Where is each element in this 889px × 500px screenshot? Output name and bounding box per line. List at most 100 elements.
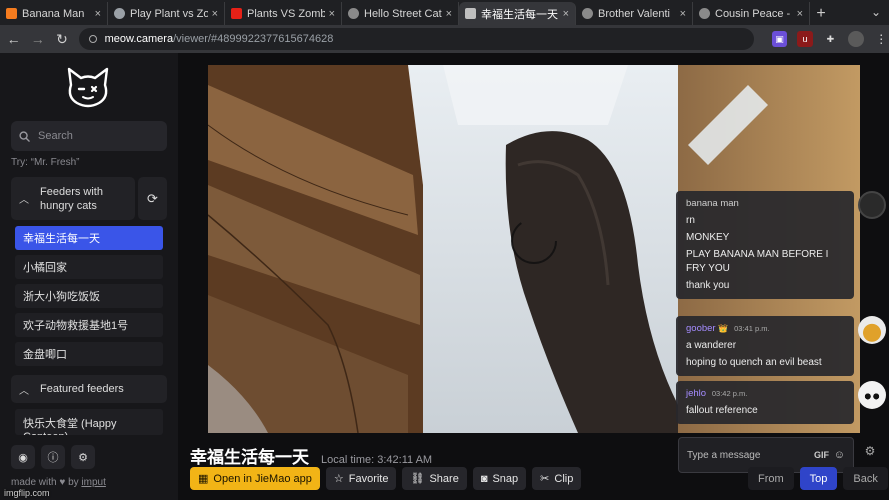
snap-button[interactable]: ◙ Snap	[472, 467, 527, 490]
refresh-icon: ⟳	[147, 190, 158, 206]
address-bar[interactable]: meow.camera/viewer/#4899922377615674628	[78, 28, 754, 50]
browser-tab-5[interactable]: Brother Valenti ×	[576, 2, 693, 25]
search-hint: Try: “Mr. Fresh”	[11, 157, 80, 168]
clip-label: Clip	[554, 472, 574, 485]
browser-tab-1[interactable]: Play Plant vs Zo ×	[108, 2, 225, 25]
browser-tab-3[interactable]: Hello Street Cat ×	[342, 2, 459, 25]
chat-input-placeholder: Type a message	[687, 449, 761, 461]
chat-avatar[interactable]	[858, 316, 886, 344]
search-input[interactable]	[38, 130, 158, 142]
chat-username[interactable]: jehlo	[686, 388, 706, 399]
browser-tab-strip: Banana Man × Play Plant vs Zo × Plants V…	[0, 0, 889, 25]
chevron-up-icon: ︿	[19, 195, 29, 206]
hungry-feeders-toggle[interactable]: ︿ Feeders with hungry cats	[11, 177, 135, 220]
camera-icon: ◙	[480, 472, 488, 485]
chat-username[interactable]: goober	[686, 323, 716, 334]
tab-close-icon[interactable]: ×	[563, 8, 569, 20]
info-icon[interactable]: ⓘ	[41, 445, 65, 469]
feeder-item[interactable]: 金盘唧口	[15, 342, 163, 366]
ublock-extension-icon[interactable]: u	[797, 31, 813, 47]
open-in-app-button[interactable]: ▦ Open in JieMao app	[190, 467, 320, 490]
chat-username[interactable]: banana man	[686, 198, 739, 209]
back-arrow-icon[interactable]: ←	[3, 28, 24, 50]
browser-tab-6[interactable]: Cousin Peace - ×	[693, 2, 810, 25]
browser-tab-active[interactable]: 幸福生活每一天 ×	[459, 2, 576, 25]
cat-favicon-icon	[348, 8, 359, 19]
tab-close-icon[interactable]: ×	[329, 8, 335, 20]
tab-close-icon[interactable]: ×	[95, 8, 101, 20]
clip-button[interactable]: ✂ Clip	[532, 467, 582, 490]
chat-message: banana man rn MONKEY PLAY BANANA MAN BEF…	[676, 191, 854, 299]
crown-badge-icon: 👑	[718, 324, 729, 333]
tab-favicon-icon	[114, 8, 125, 19]
made-with-label: made with	[11, 477, 57, 488]
tab-back[interactable]: Back	[843, 467, 888, 490]
chat-message-text: a wanderer	[686, 340, 737, 351]
tab-from[interactable]: From	[748, 467, 794, 490]
profile-icon[interactable]	[848, 31, 864, 47]
featured-feeders-toggle[interactable]: ︿ Featured feeders	[11, 375, 167, 403]
heart-icon: ♥	[59, 477, 66, 488]
reload-icon[interactable]: ↻	[51, 28, 72, 50]
featured-feeders-heading: Featured feeders	[40, 383, 124, 395]
discord-icon[interactable]: ◉	[11, 445, 35, 469]
browser-menu-icon[interactable]: ⋮	[874, 31, 889, 47]
tab-title: Play Plant vs Zo	[130, 7, 208, 20]
chat-message-text: PLAY BANANA MAN BEFORE I FRY YOU	[686, 249, 829, 274]
chat-avatar[interactable]	[858, 191, 886, 219]
made-with-credit: made with ♥ by imput	[11, 477, 106, 488]
tab-title: Hello Street Cat	[364, 7, 442, 20]
chat-message: jehlo 03:42 p.m. fallout reference	[676, 381, 854, 424]
tab-top[interactable]: Top	[799, 467, 838, 490]
tab-close-icon[interactable]: ×	[797, 8, 803, 20]
chat-message-text: thank you	[686, 280, 730, 291]
cat-favicon-icon	[699, 8, 710, 19]
imgflip-watermark: imgflip.com	[4, 488, 50, 498]
gif-button[interactable]: GIF	[814, 450, 829, 460]
favorite-button[interactable]: ☆ Favorite	[325, 467, 397, 490]
refresh-button[interactable]: ⟳	[138, 177, 167, 220]
tab-favicon-icon	[6, 8, 17, 19]
tab-close-icon[interactable]: ×	[680, 8, 686, 20]
chat-timestamp: 03:41 p.m.	[734, 324, 770, 333]
tab-close-icon[interactable]: ×	[212, 8, 218, 20]
meow-camera-logo-icon[interactable]	[63, 65, 113, 111]
tab-title: Plants VS Zomb	[247, 7, 325, 20]
forward-arrow-icon[interactable]: →	[27, 28, 48, 50]
imput-link[interactable]: imput	[81, 477, 105, 488]
share-label: Share	[429, 472, 459, 485]
feeder-item[interactable]: 快乐大食堂 (Happy Canteen)	[15, 409, 163, 435]
chat-message-text: rn	[686, 215, 695, 226]
youtube-icon	[231, 8, 242, 19]
url-host: meow.camera	[104, 33, 174, 45]
new-tab-button[interactable]: +	[810, 2, 832, 25]
site-info-icon[interactable]	[88, 35, 97, 43]
extensions-puzzle-icon[interactable]: ✚	[823, 31, 838, 47]
sidebar: Try: “Mr. Fresh” ︿ Feeders with hungry c…	[0, 53, 178, 500]
stream-title: 幸福生活每一天	[190, 448, 309, 467]
feeder-item[interactable]: 小橘回家	[15, 255, 163, 279]
chat-avatar[interactable]	[858, 381, 886, 409]
twitch-extension-icon[interactable]: ▣	[771, 31, 788, 47]
search-box[interactable]	[11, 121, 167, 151]
feeder-item[interactable]: 浙大小狗吃饭饭	[15, 284, 163, 308]
tab-search-chevron-icon[interactable]: ⌄	[871, 5, 881, 19]
browser-tab-0[interactable]: Banana Man ×	[0, 2, 108, 25]
snap-label: Snap	[492, 472, 519, 485]
url-path: /viewer/#4899922377615674628	[173, 33, 334, 45]
settings-gear-icon[interactable]: ⚙	[860, 441, 880, 461]
stream-title-row: 幸福生活每一天 Local time: 3:42:11 AM	[190, 443, 432, 468]
open-in-app-label: Open in JieMao app	[213, 472, 312, 485]
chat-message-text: MONKEY	[686, 232, 730, 243]
sidebar-footer-icons: ◉ ⓘ ⚙	[11, 445, 95, 469]
feeder-item[interactable]: 欢子动物救援基地1号	[15, 313, 163, 337]
tab-close-icon[interactable]: ×	[446, 8, 452, 20]
chevron-up-icon: ︿	[19, 385, 29, 397]
feeder-item[interactable]: 幸福生活每一天	[15, 226, 163, 250]
browser-tab-2[interactable]: Plants VS Zomb ×	[225, 2, 342, 25]
settings-gear-icon[interactable]: ⚙	[71, 445, 95, 469]
hungry-feeders-heading: Feeders with hungry cats	[40, 185, 103, 212]
share-button[interactable]: ⛓ Share	[402, 467, 467, 490]
emoji-icon[interactable]: ☺	[834, 449, 845, 461]
local-time: Local time: 3:42:11 AM	[321, 454, 433, 466]
